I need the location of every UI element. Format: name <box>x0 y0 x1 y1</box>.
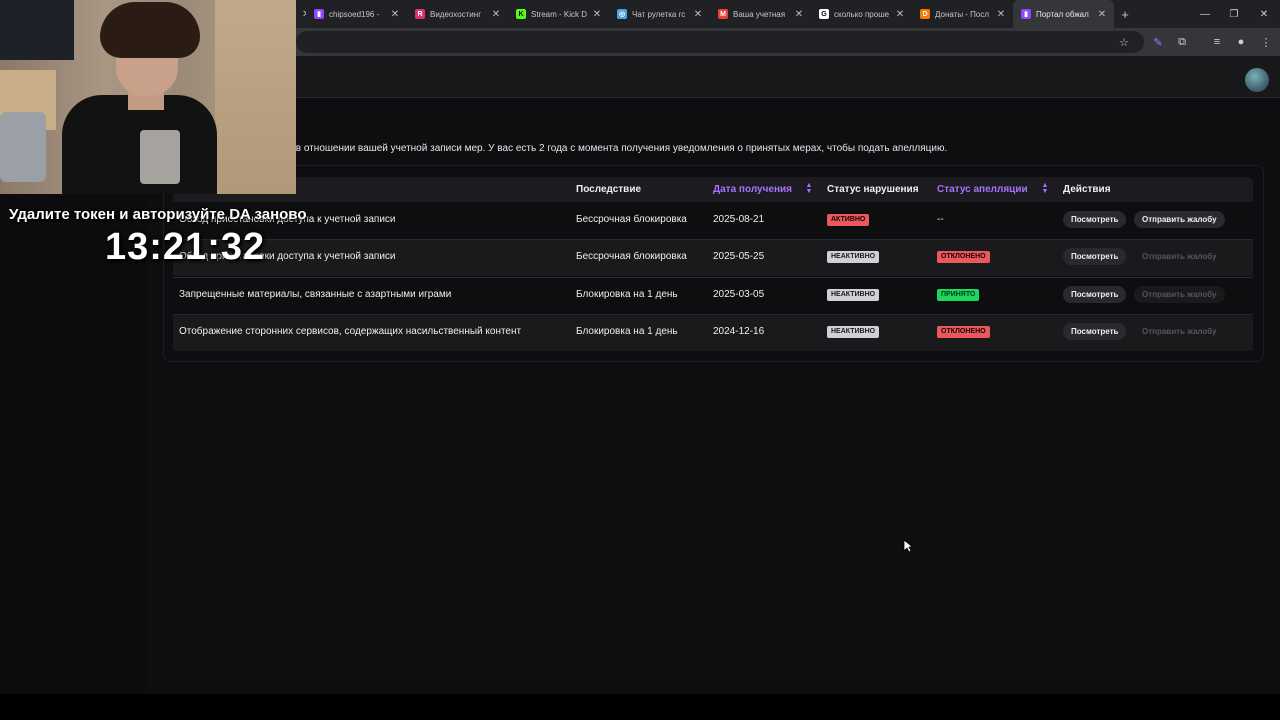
violation-reason: Отображение сторонних сервисов, содержащ… <box>179 326 522 337</box>
restore-icon[interactable]: ❐ <box>1218 0 1250 28</box>
tab-title: Stream - Kick D <box>531 9 588 19</box>
violation-date: 2024-12-16 <box>713 326 765 337</box>
send-appeal-button: Отправить жалобу <box>1134 286 1225 303</box>
webcam-person-hair <box>100 2 200 58</box>
tab-favicon-icon: K <box>516 9 526 19</box>
webcam-door <box>215 0 296 194</box>
violation-status-badge: Неактивно <box>827 251 880 263</box>
minimize-icon[interactable]: — <box>1189 0 1221 28</box>
tab-favicon-icon: D <box>920 9 930 19</box>
window-close-icon[interactable]: ✕ <box>1248 0 1280 28</box>
bookmark-star-icon[interactable]: ☆ <box>1116 34 1132 50</box>
webcam-tv <box>0 0 74 60</box>
appeal-status-badge: Принято <box>937 289 980 301</box>
tab-close-icon[interactable]: ✕ <box>692 9 704 20</box>
media-queue-icon[interactable]: ≡ <box>1209 34 1225 50</box>
violation-consequence: Блокировка на 1 день <box>576 326 678 337</box>
browser-tab[interactable]: ◎ Чат рулетка гс ✕ <box>609 0 710 28</box>
screen: ✕ ▮ chipsoed196 - ✕ R Видеохостинг ✕ K Stream -… <box>0 0 1280 720</box>
violation-date: 2025-05-25 <box>713 251 765 262</box>
violation-reason: Запрещенные материалы, связанные с азарт… <box>179 289 452 300</box>
view-button[interactable]: Посмотреть <box>1063 248 1127 265</box>
violation-status-badge: Активно <box>827 214 870 226</box>
view-button[interactable]: Посмотреть <box>1063 286 1127 303</box>
send-appeal-button: Отправить жалобу <box>1134 248 1225 265</box>
sort-date-icon[interactable]: ▲ ▼ <box>805 182 813 195</box>
tab-title: сколько проше <box>834 9 890 19</box>
user-avatar[interactable] <box>1245 68 1269 92</box>
row-divider <box>173 239 1253 240</box>
stream-overlay-message: Удалите токен и авторизуйте DA заново <box>9 206 307 223</box>
header-violation-status: Статус нарушения <box>827 184 919 195</box>
tab-close-icon[interactable]: ✕ <box>490 9 502 20</box>
tab-title: chipsoed196 - <box>329 9 380 19</box>
tab-title: Ваша учетная <box>733 9 786 19</box>
webcam-overlay <box>0 0 296 194</box>
browser-tab[interactable]: M Ваша учетная ✕ <box>710 0 811 28</box>
violation-consequence: Бессрочная блокировка <box>576 214 687 225</box>
tab-close-icon[interactable]: ✕ <box>591 9 603 20</box>
appeal-intro-text: х в отношении вашей учетной записи мер. … <box>288 143 948 154</box>
tab-close-icon[interactable]: ✕ <box>793 9 805 20</box>
browser-tab[interactable]: K Stream - Kick D ✕ <box>508 0 609 28</box>
tab-close-icon[interactable]: ✕ <box>389 9 401 20</box>
stream-overlay-clock: 13:21:32 <box>105 226 266 268</box>
profile-icon[interactable]: ● <box>1233 34 1249 50</box>
extension-pen-icon[interactable]: ✎ <box>1150 34 1166 50</box>
send-appeal-button[interactable]: Отправить жалобу <box>1134 211 1225 228</box>
menu-kebab-icon[interactable]: ⋮ <box>1258 34 1274 50</box>
violation-status-badge: Неактивно <box>827 289 880 301</box>
tab-favicon-icon: G <box>819 9 829 19</box>
tab-close-icon[interactable]: ✕ <box>894 9 906 20</box>
row-divider <box>173 277 1253 278</box>
send-appeal-button: Отправить жалобу <box>1134 323 1225 340</box>
appeal-status-badge: Отклонено <box>937 326 990 338</box>
violation-consequence: Бессрочная блокировка <box>576 251 687 262</box>
appeal-status-empty: -- <box>937 214 944 225</box>
view-button[interactable]: Посмотреть <box>1063 323 1127 340</box>
row-divider <box>173 314 1253 315</box>
address-bar[interactable] <box>296 31 1144 53</box>
browser-tab[interactable]: D Донаты - Посл ✕ <box>912 0 1013 28</box>
browser-tab[interactable]: R Видеохостинг ✕ <box>407 0 508 28</box>
appeal-status-badge: Отклонено <box>937 251 990 263</box>
violation-consequence: Блокировка на 1 день <box>576 289 678 300</box>
tab-close-icon[interactable]: ✕ <box>995 9 1007 20</box>
header-appeal-status[interactable]: Статус апелляции <box>937 184 1028 195</box>
tab-title: Чат рулетка гс <box>632 9 686 19</box>
violation-date: 2025-08-21 <box>713 214 765 225</box>
browser-tab[interactable]: ▮ Портал обжал ✕ <box>1013 0 1114 28</box>
view-button[interactable]: Посмотреть <box>1063 211 1127 228</box>
webcam-clothes <box>0 112 46 182</box>
taskbar-strip <box>0 694 1280 720</box>
violation-date: 2025-03-05 <box>713 289 765 300</box>
webcam-shirt-print <box>140 130 180 184</box>
tab-favicon-icon: ▮ <box>1021 9 1031 19</box>
tab-close-icon[interactable]: ✕ <box>1096 9 1108 20</box>
tab-title: Портал обжал <box>1036 9 1089 19</box>
tab-favicon-icon: ▮ <box>314 9 324 19</box>
violation-status-badge: Неактивно <box>827 326 880 338</box>
header-consequence: Последствие <box>576 184 642 195</box>
tab-favicon-icon: ◎ <box>617 9 627 19</box>
sort-appeal-icon[interactable]: ▲ ▼ <box>1041 182 1049 195</box>
header-actions: Действия <box>1063 184 1111 195</box>
browser-tab[interactable]: Gсколько проше ✕ <box>811 0 912 28</box>
tab-title: Видеохостинг <box>430 9 482 19</box>
tab-title: Донаты - Посл <box>935 9 990 19</box>
tab-favicon-icon: R <box>415 9 425 19</box>
tab-favicon-icon: M <box>718 9 728 19</box>
extensions-puzzle-icon[interactable]: ⧉ <box>1174 34 1190 50</box>
new-tab-button[interactable]: + <box>1114 7 1136 22</box>
header-date[interactable]: Дата получения <box>713 184 792 195</box>
browser-tab[interactable]: ▮ chipsoed196 - ✕ <box>306 0 407 28</box>
mouse-cursor-icon <box>903 539 913 553</box>
